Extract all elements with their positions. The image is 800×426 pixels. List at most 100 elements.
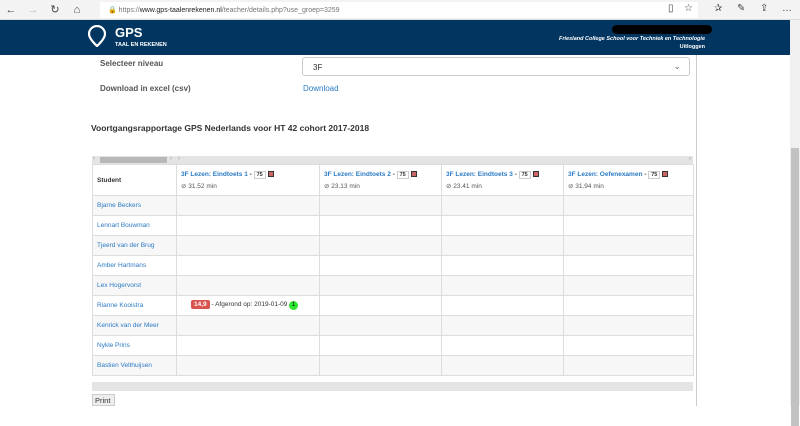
result-cell bbox=[441, 295, 564, 316]
result-cell bbox=[563, 215, 694, 236]
site-header: GPS TAAL EN REKENEN Friesland College Sc… bbox=[0, 20, 790, 55]
horizontal-scrollbar-top[interactable]: ‹ › ‹ › bbox=[92, 156, 693, 164]
grid-icon[interactable] bbox=[267, 170, 274, 177]
student-name[interactable]: Bjarne Beckers bbox=[92, 195, 177, 216]
result-cell bbox=[319, 195, 442, 216]
table-row: Lennart Bouwman bbox=[92, 215, 694, 236]
result-cell bbox=[441, 335, 564, 356]
grid-icon[interactable] bbox=[532, 170, 539, 177]
student-name[interactable]: Rianne Kooistra bbox=[92, 295, 177, 316]
result-cell bbox=[319, 235, 442, 256]
result-cell bbox=[441, 235, 564, 256]
print-button[interactable]: Print bbox=[92, 394, 115, 406]
level-select[interactable]: 3F ⌄ bbox=[302, 57, 690, 76]
lock-icon: 🔒 bbox=[108, 7, 119, 14]
result-cell bbox=[563, 255, 694, 276]
result-cell bbox=[176, 315, 320, 336]
result-cell bbox=[176, 275, 320, 296]
refresh-icon[interactable]: ↻ bbox=[44, 3, 66, 16]
test-link[interactable]: 3F Lezen: Eindtoets 2 bbox=[324, 171, 391, 178]
divider bbox=[696, 55, 697, 406]
scrollbar-thumb[interactable] bbox=[791, 148, 799, 426]
page-scrollbar[interactable] bbox=[790, 20, 800, 426]
result-cell bbox=[563, 355, 694, 376]
table-row: Tjeerd van der Brug bbox=[92, 235, 694, 256]
redacted-name bbox=[612, 25, 712, 34]
student-name[interactable]: Nykle Prins bbox=[92, 335, 177, 356]
result-cell bbox=[176, 215, 320, 236]
result-cell bbox=[319, 315, 442, 336]
result-cell bbox=[441, 275, 564, 296]
location-pin-icon bbox=[88, 25, 106, 47]
result-cell bbox=[176, 195, 320, 216]
result-cell: 14,9 - Afgerond op: 2019-01-09 1 bbox=[176, 295, 320, 316]
address-bar[interactable]: 🔒 https://www.gps-taalenrekenen.nl/teach… bbox=[100, 2, 698, 18]
student-name[interactable]: Lennart Bouwman bbox=[92, 215, 177, 236]
result-cell bbox=[319, 295, 442, 316]
grid-icon[interactable] bbox=[410, 170, 417, 177]
brand-subtitle: TAAL EN REKENEN bbox=[115, 42, 167, 48]
result-cell bbox=[441, 355, 564, 376]
grid-icon[interactable] bbox=[662, 170, 669, 177]
result-cell bbox=[319, 255, 442, 276]
attempt-count: 1 bbox=[289, 301, 299, 310]
table-row: Bjarne Beckers bbox=[92, 195, 694, 216]
student-name[interactable]: Tjeerd van der Brug bbox=[92, 235, 177, 256]
logout-link[interactable]: Uitloggen bbox=[680, 44, 705, 50]
clock-icon: ⊘ bbox=[324, 182, 330, 190]
result-cell bbox=[176, 335, 320, 356]
report-title: Voortgangsrapportage GPS Nederlands voor… bbox=[91, 123, 370, 133]
result-cell bbox=[319, 215, 442, 236]
scrollbar-thumb[interactable] bbox=[100, 157, 167, 163]
result-cell bbox=[176, 355, 320, 376]
student-name[interactable]: Lex Hogervorst bbox=[92, 275, 177, 296]
home-icon[interactable]: ⌂ bbox=[66, 4, 88, 16]
test-link[interactable]: 3F Lezen: Eindtoets 1 bbox=[181, 171, 248, 178]
student-header: Student bbox=[92, 164, 177, 196]
horizontal-scrollbar-bottom[interactable] bbox=[92, 382, 693, 391]
clock-icon: ⊘ bbox=[446, 182, 452, 190]
share-icon[interactable]: ⇪ bbox=[760, 3, 768, 14]
result-cell bbox=[563, 195, 694, 216]
table-row: Nykle Prins bbox=[92, 335, 694, 356]
more-icon[interactable]: … bbox=[782, 3, 792, 14]
result-cell bbox=[563, 315, 694, 336]
student-name[interactable]: Kenrick van der Meer bbox=[92, 315, 177, 336]
school-name: Friesland College School voor Techniek e… bbox=[559, 36, 705, 42]
result-cell bbox=[441, 195, 564, 216]
result-cell bbox=[563, 235, 694, 256]
student-name[interactable]: Bastien Velthuijsen bbox=[92, 355, 177, 376]
result-cell bbox=[319, 335, 442, 356]
back-icon[interactable]: ← bbox=[0, 4, 22, 16]
result-cell bbox=[319, 275, 442, 296]
test-link[interactable]: 3F Lezen: Eindtoets 3 bbox=[446, 171, 513, 178]
pen-icon[interactable]: ✎ bbox=[737, 3, 745, 14]
level-label: Selecteer niveau bbox=[100, 59, 164, 68]
student-name[interactable]: Amber Hartmans bbox=[92, 255, 177, 276]
progress-table: Student 3F Lezen: Eindtoets 1 - 75 ⊘ 31.… bbox=[92, 164, 694, 376]
clock-icon: ⊘ bbox=[181, 182, 187, 190]
download-label: Download in excel (csv) bbox=[100, 84, 191, 93]
result-cell bbox=[176, 255, 320, 276]
table-row: Rianne Kooistra 14,9 - Afgerond op: 2019-… bbox=[92, 295, 694, 316]
test-header: 3F Lezen: Eindtoets 2 - 75 ⊘ 23.13 min bbox=[319, 164, 442, 196]
forward-icon[interactable]: → bbox=[22, 4, 44, 16]
result-cell bbox=[563, 295, 694, 316]
result-cell bbox=[563, 275, 694, 296]
completed-text: - Afgerond op: 2019-01-09 bbox=[211, 301, 288, 308]
download-link[interactable]: Download bbox=[303, 84, 339, 93]
result-cell bbox=[319, 355, 442, 376]
result-cell bbox=[441, 215, 564, 236]
test-link[interactable]: 3F Lezen: Oefenexamen bbox=[568, 171, 642, 178]
favorites-icon[interactable]: ✰ bbox=[714, 3, 722, 14]
reading-view-icon[interactable]: ▯ bbox=[668, 3, 674, 14]
result-cell bbox=[563, 335, 694, 356]
brand[interactable]: GPS bbox=[115, 25, 142, 40]
test-header: 3F Lezen: Oefenexamen - 75 ⊘ 31.94 min bbox=[563, 164, 694, 196]
score-badge[interactable]: 14,9 bbox=[191, 300, 210, 309]
table-row: Lex Hogervorst bbox=[92, 275, 694, 296]
favorite-star-icon[interactable]: ☆ bbox=[684, 3, 693, 14]
table-row: Kenrick van der Meer bbox=[92, 315, 694, 336]
result-cell bbox=[441, 255, 564, 276]
table-row: Amber Hartmans bbox=[92, 255, 694, 276]
